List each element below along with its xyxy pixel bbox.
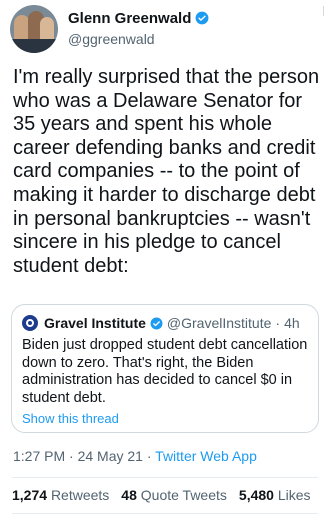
tweet-time[interactable]: 1:27 PM — [13, 448, 65, 464]
quote-tweets-label: Quote Tweets — [140, 487, 227, 503]
author-name[interactable]: Glenn Greenwald — [68, 10, 191, 27]
meta-separator: · — [142, 448, 156, 464]
tweet-stats: 1,274 Retweets 48 Quote Tweets 5,480 Lik… — [12, 487, 311, 503]
retweets-stat[interactable]: 1,274 Retweets — [12, 487, 109, 503]
verified-badge-icon — [195, 11, 209, 25]
divider — [12, 477, 318, 478]
likes-stat[interactable]: 5,480 Likes — [239, 487, 311, 503]
quoted-author-name: Gravel Institute — [44, 315, 146, 331]
divider — [12, 513, 318, 514]
quoted-separator: · — [275, 315, 281, 331]
retweets-count: 1,274 — [12, 487, 48, 503]
author-handle[interactable]: @ggreenwald — [68, 31, 155, 47]
show-thread-link[interactable]: Show this thread — [22, 411, 119, 426]
tweet-date[interactable]: 24 May 21 — [78, 448, 143, 464]
tweet-source[interactable]: Twitter Web App — [155, 448, 257, 464]
quoted-tweet-header: Gravel Institute @GravelInstitute · 4h — [22, 314, 300, 332]
verified-badge-icon — [150, 317, 163, 329]
meta-separator: · — [65, 448, 78, 464]
quoted-author-handle: @GravelInstitute — [166, 315, 272, 331]
gravel-institute-avatar — [22, 315, 38, 331]
quoted-tweet[interactable]: Gravel Institute @GravelInstitute · 4h B… — [11, 304, 319, 433]
author-avatar[interactable] — [10, 5, 58, 53]
scroll-edge — [315, 6, 324, 16]
tweet-text: I'm really surprised that the person who… — [13, 66, 320, 277]
quoted-time: 4h — [284, 315, 300, 331]
tweet-metadata: 1:27 PM · 24 May 21 · Twitter Web App — [13, 448, 257, 464]
tweet-header: Glenn Greenwald @ggreenwald — [0, 0, 330, 58]
quote-tweets-count: 48 — [121, 487, 137, 503]
retweets-label: Retweets — [50, 487, 110, 503]
likes-count: 5,480 — [238, 487, 274, 503]
author-name-row[interactable]: Glenn Greenwald — [68, 8, 209, 28]
likes-label: Likes — [277, 487, 311, 503]
quoted-tweet-text: Biden just dropped student debt cancella… — [22, 337, 308, 406]
quote-tweets-stat[interactable]: 48 Quote Tweets — [121, 487, 227, 503]
